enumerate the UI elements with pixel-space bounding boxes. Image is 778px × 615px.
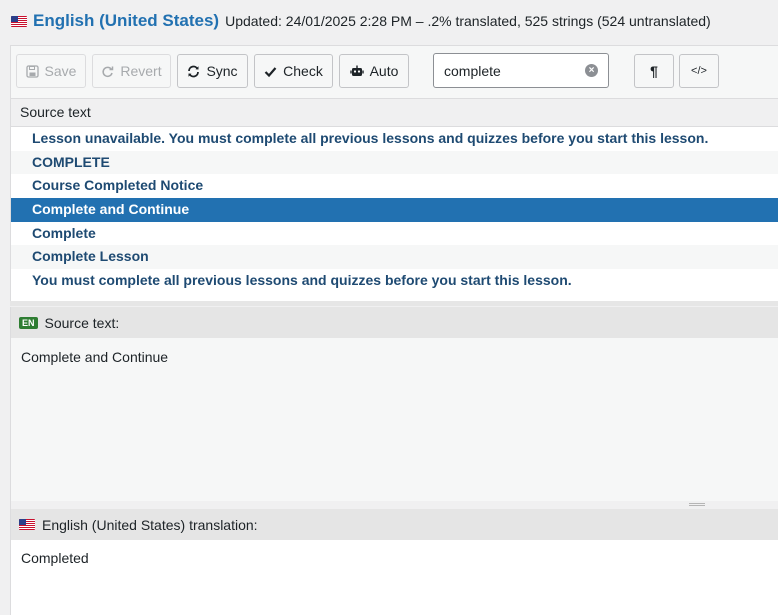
resize-handle[interactable] — [10, 501, 778, 509]
source-text-view: Complete and Continue — [10, 338, 778, 501]
search-value: complete — [444, 62, 501, 79]
list-item[interactable]: You must complete all previous lessons a… — [11, 269, 778, 293]
revert-button[interactable]: Revert — [92, 54, 171, 88]
grip-icon — [689, 503, 705, 506]
source-pane-header: EN Source text: — [10, 307, 778, 338]
list-header: Source text — [11, 98, 778, 127]
clear-search-icon[interactable]: × — [585, 64, 598, 77]
list-item[interactable]: Complete — [11, 222, 778, 246]
invisibles-toggle-button[interactable]: ¶ — [634, 54, 674, 88]
translation-pane-label: English (United States) translation: — [42, 516, 258, 533]
pilcrow-icon: ¶ — [650, 63, 658, 79]
translation-pane-header: English (United States) translation: — [10, 509, 778, 540]
list-item-selected[interactable]: Complete and Continue — [11, 198, 778, 222]
code-view-toggle-button[interactable]: </> — [679, 54, 719, 88]
checkmark-icon — [264, 65, 277, 78]
save-label: Save — [44, 63, 77, 79]
list-item[interactable]: Course Completed Notice — [11, 174, 778, 198]
source-text: Complete and Continue — [21, 349, 169, 365]
source-strings-list: Source text Lesson unavailable. You must… — [10, 98, 778, 301]
sync-label: Sync — [206, 63, 238, 79]
check-label: Check — [283, 63, 323, 79]
sync-button[interactable]: Sync — [177, 54, 248, 88]
en-language-badge: EN — [19, 316, 38, 329]
language-title-link[interactable]: English (United States) — [33, 11, 219, 31]
check-button[interactable]: Check — [254, 54, 333, 88]
floppy-disk-icon — [25, 64, 39, 78]
us-flag-icon — [11, 15, 27, 27]
editor-toolbar: Save Revert Sync Check Auto complete × ¶… — [10, 45, 778, 98]
revert-label: Revert — [120, 63, 162, 79]
list-item[interactable]: Complete Lesson — [11, 245, 778, 270]
editor-header: English (United States) Updated: 24/01/2… — [0, 0, 778, 42]
revert-arrow-icon — [101, 65, 114, 78]
source-pane-label: Source text: — [44, 314, 120, 331]
us-flag-icon — [19, 519, 35, 530]
translation-status: Updated: 24/01/2025 2:28 PM – .2% transl… — [225, 13, 711, 29]
translation-textarea[interactable]: Completed — [10, 540, 778, 615]
sync-icon — [187, 65, 200, 78]
code-icon: </> — [691, 65, 707, 77]
list-item[interactable]: Lesson unavailable. You must complete al… — [11, 127, 778, 151]
list-item[interactable]: COMPLETE — [11, 150, 778, 175]
translation-text: Completed — [21, 550, 89, 566]
search-input[interactable]: complete × — [433, 53, 609, 88]
auto-translate-button[interactable]: Auto — [339, 54, 409, 88]
pane-divider[interactable] — [10, 301, 778, 306]
auto-label: Auto — [369, 63, 399, 79]
save-button[interactable]: Save — [16, 54, 86, 88]
robot-icon — [349, 65, 364, 78]
